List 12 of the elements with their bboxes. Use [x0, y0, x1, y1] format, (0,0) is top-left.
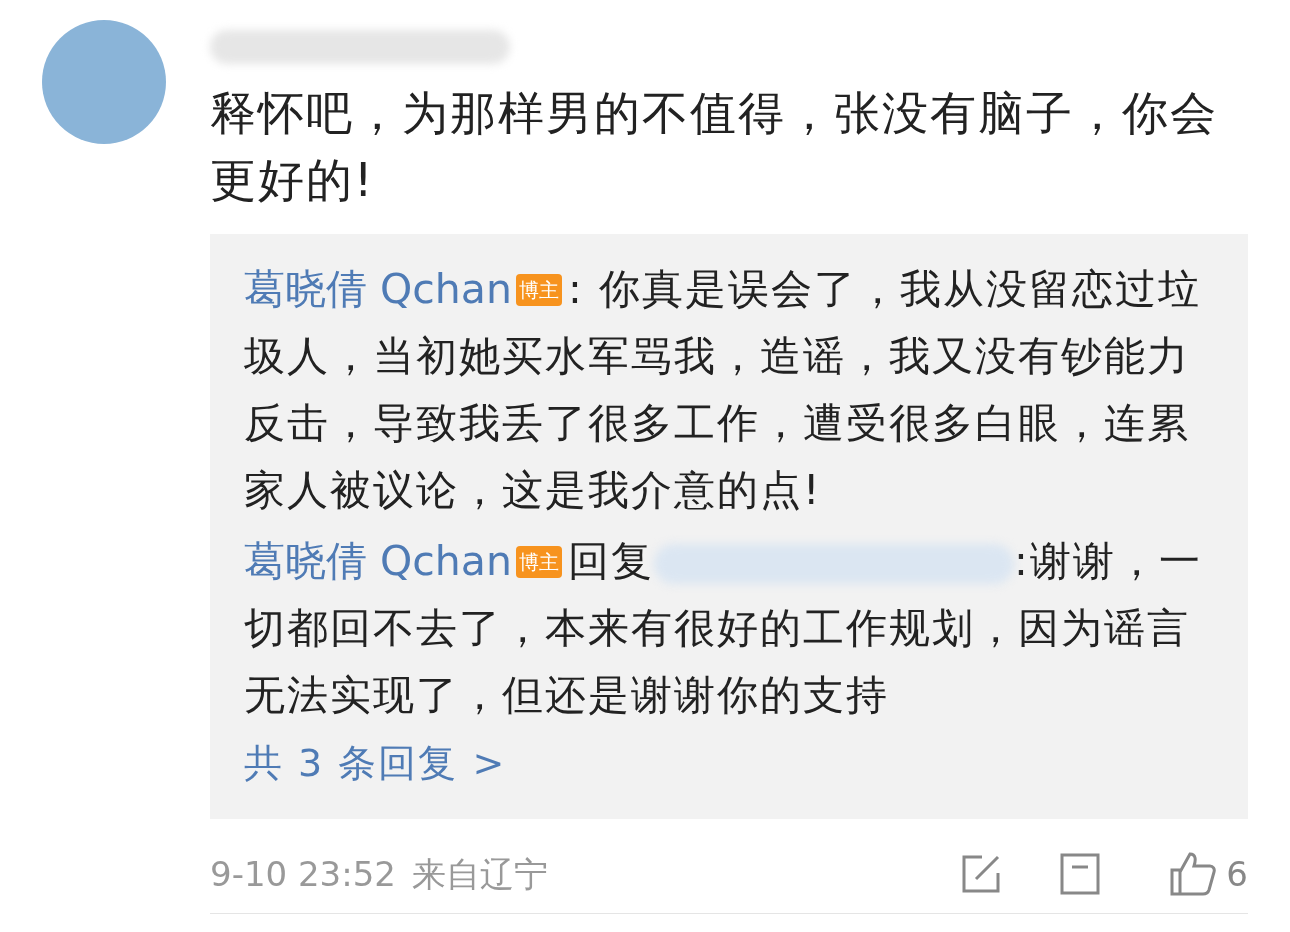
blogger-badge: 博主 — [515, 546, 562, 578]
timestamp: 9-10 23:52 — [210, 852, 396, 896]
share-icon[interactable] — [960, 853, 1003, 895]
location-text: 来自辽宁 — [411, 852, 548, 896]
comment-text: 释怀吧，为那样男的不值得，张没有脑子，你会更好的! — [210, 85, 1219, 209]
reply-author[interactable]: 葛晓倩 Qchan — [244, 265, 512, 313]
more-replies-link[interactable]: 共 3 条回复 > — [244, 733, 1214, 793]
blogger-badge: 博主 — [515, 274, 562, 306]
like-count: 6 — [1226, 852, 1248, 896]
reply-author[interactable]: 葛晓倩 Qchan — [244, 537, 512, 585]
comment-icon[interactable] — [1060, 853, 1101, 895]
thumbs-up-icon[interactable] — [1170, 852, 1217, 896]
